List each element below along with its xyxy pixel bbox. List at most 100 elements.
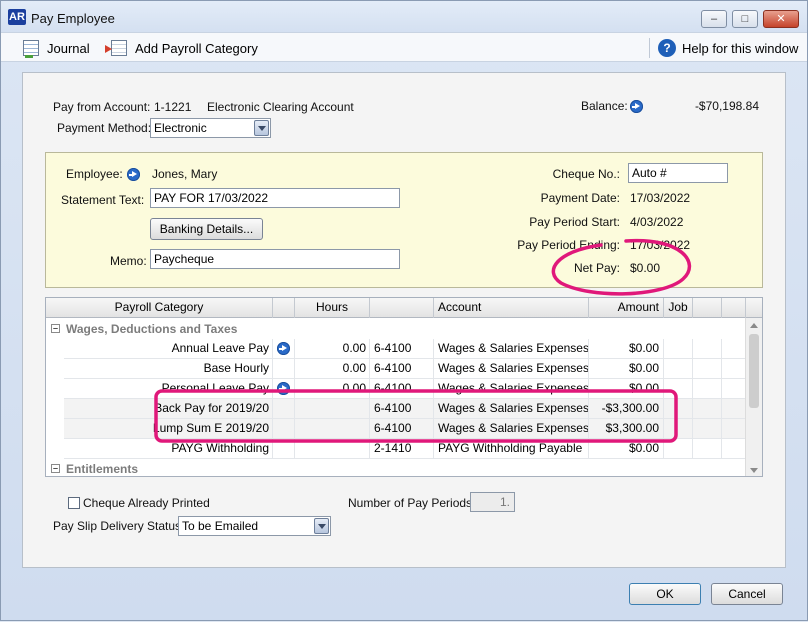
cell-detail-arrow[interactable] bbox=[273, 439, 295, 459]
cheque-already-printed-checkbox[interactable] bbox=[68, 497, 80, 509]
employee-value[interactable]: Jones, Mary bbox=[152, 167, 217, 181]
table-row[interactable]: Personal Leave Pay 0.00 6-4100 Wages & Sala… bbox=[64, 379, 746, 399]
ok-button[interactable]: OK bbox=[629, 583, 701, 605]
cheque-no-field[interactable]: Auto # bbox=[628, 163, 728, 183]
cell-extra-1[interactable] bbox=[693, 439, 722, 459]
cell-account[interactable]: Wages & Salaries Expenses bbox=[434, 399, 589, 419]
cancel-button[interactable]: Cancel bbox=[711, 583, 783, 605]
cell-extra-2[interactable] bbox=[722, 379, 746, 399]
pay-periods-label: Number of Pay Periods: bbox=[348, 496, 476, 510]
collapse-icon[interactable]: – bbox=[51, 324, 60, 333]
cell-extra-2[interactable] bbox=[722, 399, 746, 419]
scrollbar-thumb[interactable] bbox=[749, 334, 759, 408]
cell-extra-1[interactable] bbox=[693, 359, 722, 379]
cell-extra-1[interactable] bbox=[693, 379, 722, 399]
column-amount[interactable]: Amount bbox=[589, 298, 664, 318]
pay-period-start-value[interactable]: 4/03/2022 bbox=[630, 215, 683, 229]
journal-button[interactable]: Journal bbox=[23, 40, 90, 58]
cell-account-number[interactable]: 6-4100 bbox=[370, 399, 434, 419]
table-row[interactable]: Lump Sum E 2019/20 6-4100 Wages & Salaries… bbox=[64, 419, 746, 439]
cell-hours[interactable]: 0.00 bbox=[295, 359, 370, 379]
scroll-up-icon[interactable] bbox=[750, 323, 758, 328]
cell-extra-2[interactable] bbox=[722, 419, 746, 439]
cell-detail-arrow[interactable] bbox=[273, 399, 295, 419]
cell-detail-arrow[interactable] bbox=[273, 379, 295, 399]
column-payroll-category[interactable]: Payroll Category bbox=[46, 298, 273, 318]
cell-category[interactable]: Back Pay for 2019/20 bbox=[64, 399, 273, 419]
cell-account[interactable]: PAYG Withholding Payable bbox=[434, 439, 589, 459]
cell-amount[interactable]: $0.00 bbox=[589, 359, 664, 379]
add-payroll-category-button[interactable]: Add Payroll Category bbox=[105, 40, 258, 56]
row-detail-arrow-icon[interactable] bbox=[277, 382, 290, 395]
cell-account[interactable]: Wages & Salaries Expenses bbox=[434, 419, 589, 439]
cell-account-number[interactable]: 6-4100 bbox=[370, 359, 434, 379]
maximize-button[interactable]: □ bbox=[732, 10, 758, 28]
cell-detail-arrow[interactable] bbox=[273, 339, 295, 359]
cell-extra-2[interactable] bbox=[722, 359, 746, 379]
help-button[interactable]: ? Help for this window bbox=[658, 39, 798, 57]
row-detail-arrow-icon[interactable] bbox=[277, 342, 290, 355]
cell-category[interactable]: Lump Sum E 2019/20 bbox=[64, 419, 273, 439]
cell-extra-2[interactable] bbox=[722, 339, 746, 359]
cell-detail-arrow[interactable] bbox=[273, 359, 295, 379]
payment-method-select[interactable]: Electronic bbox=[150, 118, 271, 138]
cell-amount[interactable]: $0.00 bbox=[589, 339, 664, 359]
balance-detail-arrow-icon[interactable] bbox=[630, 100, 643, 113]
memo-field[interactable]: Paycheque bbox=[150, 249, 400, 269]
cell-extra-1[interactable] bbox=[693, 419, 722, 439]
cell-extra-2[interactable] bbox=[722, 439, 746, 459]
cell-extra-1[interactable] bbox=[693, 339, 722, 359]
cell-hours[interactable] bbox=[295, 439, 370, 459]
grid-scrollbar[interactable] bbox=[745, 318, 762, 476]
cell-account[interactable]: Wages & Salaries Expenses bbox=[434, 379, 589, 399]
table-row[interactable]: Annual Leave Pay 0.00 6-4100 Wages & Salari… bbox=[64, 339, 746, 359]
cell-amount[interactable]: $3,300.00 bbox=[589, 419, 664, 439]
cell-account-number[interactable]: 6-4100 bbox=[370, 339, 434, 359]
cell-job[interactable] bbox=[664, 379, 693, 399]
collapse-icon[interactable]: – bbox=[51, 464, 60, 473]
cell-account[interactable]: Wages & Salaries Expenses bbox=[434, 359, 589, 379]
cell-account[interactable]: Wages & Salaries Expenses bbox=[434, 339, 589, 359]
column-job[interactable]: Job bbox=[664, 298, 693, 318]
employee-detail-arrow-icon[interactable] bbox=[127, 168, 140, 181]
statement-text-field[interactable]: PAY FOR 17/03/2022 bbox=[150, 188, 400, 208]
cell-account-number[interactable]: 6-4100 bbox=[370, 379, 434, 399]
table-row[interactable]: PAYG Withholding 2-1410 PAYG Withholding P… bbox=[64, 439, 746, 459]
cell-job[interactable] bbox=[664, 439, 693, 459]
cell-hours[interactable] bbox=[295, 399, 370, 419]
column-account[interactable]: Account bbox=[434, 298, 589, 318]
pay-period-ending-value[interactable]: 17/03/2022 bbox=[630, 238, 690, 252]
cell-job[interactable] bbox=[664, 339, 693, 359]
cell-category[interactable]: Annual Leave Pay bbox=[64, 339, 273, 359]
cell-detail-arrow[interactable] bbox=[273, 419, 295, 439]
pay-periods-field[interactable]: 1. bbox=[470, 492, 515, 512]
cell-job[interactable] bbox=[664, 359, 693, 379]
delivery-status-select[interactable]: To be Emailed bbox=[178, 516, 331, 536]
scroll-down-icon[interactable] bbox=[750, 468, 758, 473]
cell-account-number[interactable]: 6-4100 bbox=[370, 419, 434, 439]
cell-hours[interactable]: 0.00 bbox=[295, 379, 370, 399]
table-row[interactable]: Back Pay for 2019/20 6-4100 Wages & Salari… bbox=[64, 399, 746, 419]
column-hours[interactable]: Hours bbox=[295, 298, 370, 318]
minimize-button[interactable]: – bbox=[701, 10, 727, 28]
table-row[interactable]: Base Hourly 0.00 6-4100 Wages & Salaries Ex… bbox=[64, 359, 746, 379]
group-wages-deductions-taxes[interactable]: – Wages, Deductions and Taxes bbox=[46, 319, 746, 339]
cell-hours[interactable]: 0.00 bbox=[295, 339, 370, 359]
cell-amount[interactable]: $0.00 bbox=[589, 439, 664, 459]
cell-job[interactable] bbox=[664, 419, 693, 439]
close-button[interactable]: ✕ bbox=[763, 10, 799, 28]
cell-amount[interactable]: -$3,300.00 bbox=[589, 399, 664, 419]
column-account-number bbox=[370, 298, 434, 318]
cell-category[interactable]: PAYG Withholding bbox=[64, 439, 273, 459]
employee-label: Employee: bbox=[66, 167, 123, 181]
cell-category[interactable]: Base Hourly bbox=[64, 359, 273, 379]
group-entitlements[interactable]: – Entitlements bbox=[46, 459, 746, 476]
cell-account-number[interactable]: 2-1410 bbox=[370, 439, 434, 459]
cell-category[interactable]: Personal Leave Pay bbox=[64, 379, 273, 399]
banking-details-button[interactable]: Banking Details... bbox=[150, 218, 263, 240]
payment-date-value[interactable]: 17/03/2022 bbox=[630, 191, 690, 205]
cell-amount[interactable]: $0.00 bbox=[589, 379, 664, 399]
cell-extra-1[interactable] bbox=[693, 399, 722, 419]
cell-hours[interactable] bbox=[295, 419, 370, 439]
cell-job[interactable] bbox=[664, 399, 693, 419]
